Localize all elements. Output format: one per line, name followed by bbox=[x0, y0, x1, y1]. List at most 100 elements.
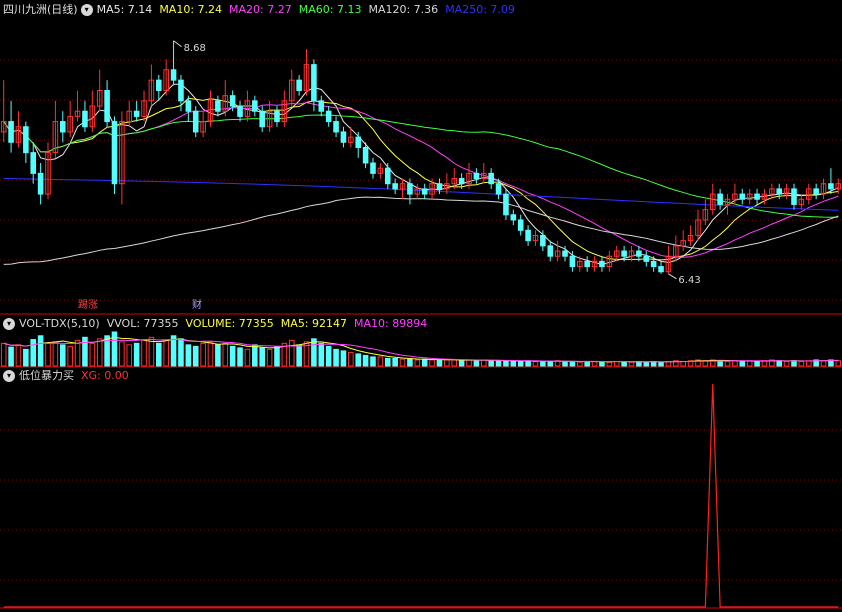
candle-body bbox=[584, 260, 590, 268]
legend-ma5: MA5: 7.14 bbox=[96, 3, 153, 16]
volume-bar bbox=[215, 344, 221, 367]
volume-bar bbox=[547, 360, 554, 367]
legend-volume: VOLUME: 77355 bbox=[185, 317, 274, 330]
candle-body bbox=[178, 79, 184, 102]
candle-body bbox=[517, 219, 524, 231]
candle-body bbox=[547, 245, 554, 257]
volume-bar bbox=[229, 345, 236, 367]
volume-bar bbox=[392, 357, 398, 367]
candle-body bbox=[215, 100, 221, 112]
volume-bar bbox=[170, 335, 177, 367]
candle-body bbox=[384, 167, 391, 185]
candle-body bbox=[643, 255, 650, 262]
volume-bar bbox=[473, 360, 480, 367]
volume-bar bbox=[185, 344, 192, 367]
volume-bar bbox=[178, 338, 184, 367]
volume-bar bbox=[362, 354, 369, 367]
candle-body bbox=[259, 110, 265, 128]
high-price-label: 8.68 bbox=[184, 43, 206, 54]
chevron-down-icon[interactable]: ▾ bbox=[3, 370, 15, 382]
candle-body bbox=[436, 183, 443, 190]
candle-body bbox=[754, 193, 760, 200]
volume-bar bbox=[540, 360, 546, 367]
volume-bar bbox=[259, 347, 265, 367]
low-price-label: 6.43 bbox=[678, 275, 700, 286]
volume-bar bbox=[23, 348, 29, 367]
candle-body bbox=[333, 121, 339, 133]
volume-bar bbox=[510, 360, 517, 367]
candle-body bbox=[362, 146, 369, 164]
legend-vvol: VVOL: 77355 bbox=[106, 317, 179, 330]
volume-bar bbox=[8, 346, 14, 367]
candle-body bbox=[237, 105, 243, 117]
legend-ma10: MA10: 7.24 bbox=[159, 3, 223, 16]
candle-body bbox=[813, 188, 819, 195]
chevron-down-icon[interactable]: ▾ bbox=[80, 4, 93, 16]
volume-bar bbox=[274, 345, 280, 367]
volume-bar bbox=[658, 361, 664, 367]
event-tag-rise[interactable]: 踢涨 bbox=[78, 300, 98, 312]
candle-body bbox=[488, 172, 494, 185]
volume-bar bbox=[495, 360, 502, 367]
candle-body bbox=[274, 110, 280, 123]
volume-bar bbox=[318, 342, 325, 367]
candle-body bbox=[296, 79, 302, 92]
candle-body bbox=[717, 193, 723, 205]
candle-body bbox=[370, 162, 376, 174]
volume-bar bbox=[776, 360, 783, 367]
candle-body bbox=[458, 178, 465, 185]
candle-body bbox=[776, 188, 783, 195]
volume-bar bbox=[643, 361, 650, 367]
volume-bar bbox=[156, 342, 162, 367]
volume-bar bbox=[82, 336, 88, 367]
volume-bar bbox=[355, 353, 362, 367]
candle-body bbox=[525, 229, 531, 242]
legend-ma120: MA120: 7.36 bbox=[368, 3, 439, 16]
candle-body bbox=[170, 69, 177, 81]
volume-bar bbox=[252, 344, 258, 367]
candle-body bbox=[192, 110, 199, 133]
volume-bar bbox=[407, 358, 413, 367]
event-tag-finance[interactable]: 财 bbox=[192, 300, 202, 312]
volume-bar bbox=[791, 360, 797, 367]
legend-ma20: MA20: 7.27 bbox=[229, 3, 292, 16]
candle-body bbox=[8, 121, 14, 143]
legend-vol-ma5: MA5: 92147 bbox=[280, 317, 348, 330]
candle-body bbox=[636, 250, 642, 257]
candle-body bbox=[185, 100, 192, 112]
candle-body bbox=[650, 260, 657, 268]
candle-body bbox=[340, 131, 347, 143]
grid-lines bbox=[0, 0, 842, 612]
volume-bar bbox=[488, 360, 494, 367]
candle-body bbox=[252, 100, 258, 112]
candle-body bbox=[311, 64, 317, 102]
background bbox=[0, 0, 842, 612]
candle-body bbox=[503, 193, 509, 216]
candle-body bbox=[111, 121, 118, 185]
legend-xg: XG: 0.00 bbox=[81, 369, 129, 382]
volume-bar bbox=[296, 344, 302, 367]
volume-bar bbox=[562, 360, 568, 367]
legend-ind-title: 低位暴力买 bbox=[19, 369, 74, 382]
volume-bar bbox=[503, 360, 509, 367]
indicator-legend: ▾ 低位暴力买 XG: 0.00 bbox=[0, 368, 136, 384]
candle-body bbox=[407, 183, 413, 195]
volume-bar bbox=[59, 344, 66, 367]
chevron-down-icon[interactable]: ▾ bbox=[3, 318, 15, 330]
legend-ma250: MA250: 7.09 bbox=[445, 3, 515, 16]
volume-bar bbox=[311, 338, 317, 367]
candle-body bbox=[510, 214, 517, 221]
legend-vol-title: VOL-TDX(5,10) bbox=[19, 317, 100, 330]
volume-bar bbox=[192, 345, 199, 367]
volume-bar bbox=[517, 360, 524, 367]
candle-body bbox=[621, 250, 627, 257]
candle-body bbox=[562, 250, 568, 257]
volume-bar bbox=[569, 360, 576, 367]
volume-bar bbox=[458, 360, 465, 367]
volume-bar bbox=[340, 350, 347, 367]
candle-body bbox=[599, 260, 605, 268]
candle-body bbox=[355, 136, 362, 148]
legend-ma60: MA60: 7.13 bbox=[298, 3, 362, 16]
candle-body bbox=[569, 255, 576, 268]
candle-body bbox=[658, 266, 664, 273]
